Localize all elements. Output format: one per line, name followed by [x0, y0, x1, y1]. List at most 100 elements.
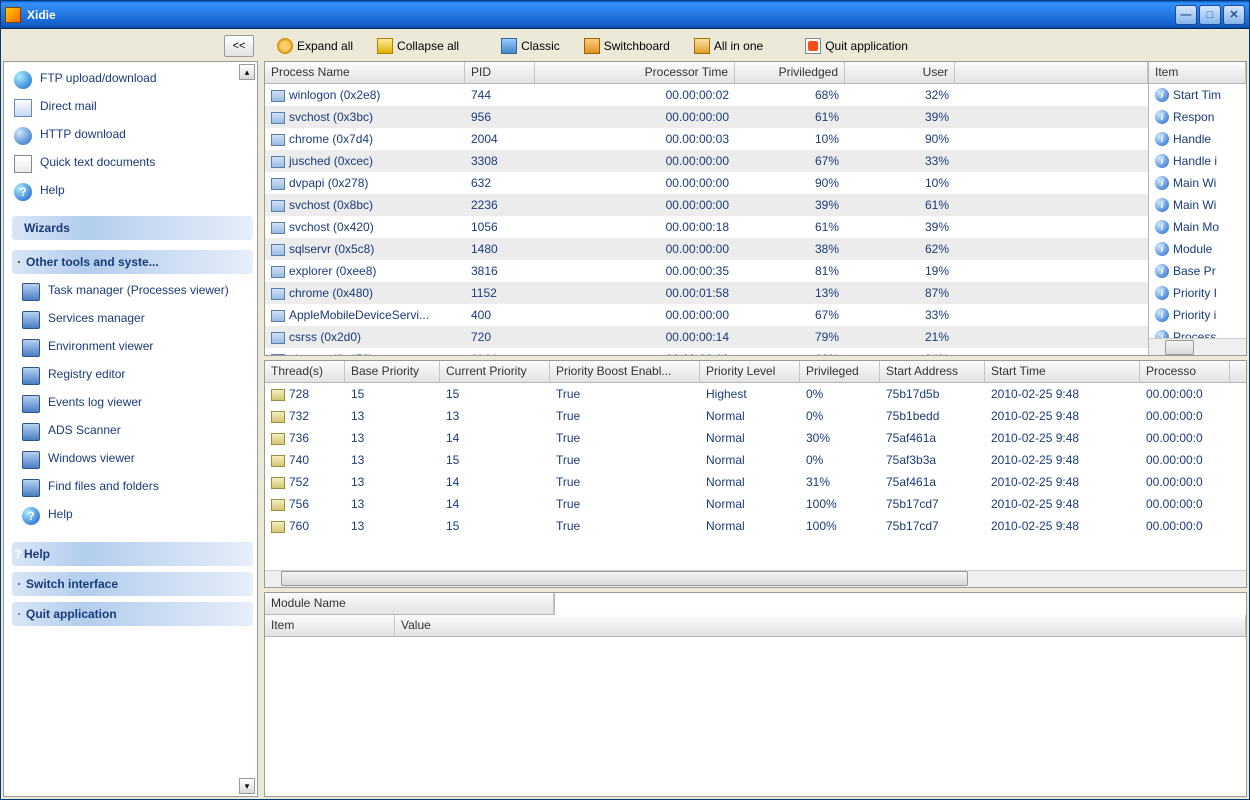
thread-rows[interactable]: 7281515TrueHighest0%75b17d5b2010-02-25 9…	[265, 383, 1246, 570]
maximize-button[interactable]: □	[1199, 5, 1221, 25]
all-in-one-button[interactable]: All in one	[685, 33, 772, 59]
process-row[interactable]: sqlservr (0x5c8)148000.00:00:0038%62%	[265, 238, 1148, 260]
sidebar-switch-button[interactable]: Switch interface	[12, 572, 253, 596]
sidebar-wizards-header[interactable]: Wizards	[12, 216, 253, 240]
process-icon	[271, 332, 285, 344]
col-pid[interactable]: PID	[465, 62, 535, 83]
thread-row[interactable]: 7601315TrueNormal100%75b17cd72010-02-25 …	[265, 515, 1246, 537]
col-start-time[interactable]: Start Time	[985, 361, 1140, 382]
thread-icon	[271, 521, 285, 533]
process-row[interactable]: winlogon (0x2e8)74400.00:00:0268%32%	[265, 84, 1148, 106]
pager-back-button[interactable]: <<	[224, 35, 254, 57]
item-row[interactable]: Main Wi	[1149, 194, 1246, 216]
process-row[interactable]: chrome (0x480)115200.00:01:5813%87%	[265, 282, 1148, 304]
switchboard-button[interactable]: Switchboard	[575, 33, 679, 59]
col-processor[interactable]: Processo	[1140, 361, 1230, 382]
item-hscroll[interactable]	[1149, 338, 1246, 355]
col-module-name[interactable]: Module Name	[265, 593, 554, 614]
col-module-item[interactable]: Item	[265, 615, 395, 636]
sidebar-item[interactable]: Services manager	[12, 306, 253, 334]
sidebar-item-label: Events log viewer	[48, 395, 142, 409]
sidebar-item[interactable]: Help	[12, 178, 253, 206]
item-row[interactable]: Priority i	[1149, 304, 1246, 326]
minimize-button[interactable]: —	[1175, 5, 1197, 25]
sidebar-item[interactable]: Environment viewer	[12, 334, 253, 362]
sidebar-item[interactable]: Find files and folders	[12, 474, 253, 502]
other-label: Other tools and syste...	[26, 255, 159, 269]
item-row[interactable]: Main Wi	[1149, 172, 1246, 194]
item-row[interactable]: Priority I	[1149, 282, 1246, 304]
col-priority-level[interactable]: Priority Level	[700, 361, 800, 382]
item-row[interactable]: Base Pr	[1149, 260, 1246, 282]
col-threads[interactable]: Thread(s)	[265, 361, 345, 382]
process-row[interactable]: csrss (0x2d0)72000.00:00:1479%21%	[265, 326, 1148, 348]
col-process-name[interactable]: Process Name	[265, 62, 465, 83]
item-row[interactable]: Handle i	[1149, 150, 1246, 172]
sidebar-scroll-up[interactable]: ▴	[239, 64, 255, 80]
sidebar-help-button[interactable]: Help	[12, 542, 253, 566]
process-row[interactable]: svchost (0x8bc)223600.00:00:0039%61%	[265, 194, 1148, 216]
info-icon	[1155, 110, 1169, 124]
col-module-value[interactable]: Value	[395, 615, 1246, 636]
process-row[interactable]: chrome (0x7d4)200400.00:00:0310%90%	[265, 128, 1148, 150]
item-row[interactable]: Handle	[1149, 128, 1246, 150]
item-row[interactable]: Start Tim	[1149, 84, 1246, 106]
sidebar-item[interactable]: Help	[12, 502, 253, 530]
app-icon	[5, 7, 21, 23]
col-base-priority[interactable]: Base Priority	[345, 361, 440, 382]
thread-icon	[271, 411, 285, 423]
collapse-label: Collapse all	[397, 39, 459, 53]
thread-row[interactable]: 7321313TrueNormal0%75b1bedd2010-02-25 9:…	[265, 405, 1246, 427]
sidebar-item[interactable]: HTTP download	[12, 122, 253, 150]
sidebar-item[interactable]: Registry editor	[12, 362, 253, 390]
col-start-address[interactable]: Start Address	[880, 361, 985, 382]
title-bar[interactable]: Xidie — □ ✕	[1, 1, 1249, 29]
process-row[interactable]: dvpapi (0x278)63200.00:00:0090%10%	[265, 172, 1148, 194]
sidebar-item[interactable]: Direct mail	[12, 94, 253, 122]
col-processor-time[interactable]: Processor Time	[535, 62, 735, 83]
item-rows[interactable]: Start TimResponHandleHandle iMain WiMain…	[1149, 84, 1246, 338]
process-row[interactable]: AppleMobileDeviceServi...40000.00:00:006…	[265, 304, 1148, 326]
process-row[interactable]: svchost (0x3bc)95600.00:00:0061%39%	[265, 106, 1148, 128]
thread-row[interactable]: 7401315TrueNormal0%75af3b3a2010-02-25 9:…	[265, 449, 1246, 471]
thread-row[interactable]: 7561314TrueNormal100%75b17cd72010-02-25 …	[265, 493, 1246, 515]
mail-icon	[14, 99, 32, 117]
col-privileged[interactable]: Priviledged	[735, 62, 845, 83]
thread-row[interactable]: 7361314TrueNormal30%75af461a2010-02-25 9…	[265, 427, 1246, 449]
col-current-priority[interactable]: Current Priority	[440, 361, 550, 382]
sidebar-scroll-down[interactable]: ▾	[239, 778, 255, 794]
col-user[interactable]: User	[845, 62, 955, 83]
footer-help: Help	[24, 547, 50, 561]
col-priority-boost[interactable]: Priority Boost Enabl...	[550, 361, 700, 382]
item-row[interactable]: Main Mo	[1149, 216, 1246, 238]
col-item[interactable]: Item	[1149, 62, 1246, 83]
footer-quit: Quit application	[26, 607, 117, 621]
close-button[interactable]: ✕	[1223, 5, 1245, 25]
process-row[interactable]: explorer (0xee8)381600.00:00:3581%19%	[265, 260, 1148, 282]
thread-row[interactable]: 7521314TrueNormal31%75af461a2010-02-25 9…	[265, 471, 1246, 493]
collapse-all-button[interactable]: Collapse all	[368, 33, 468, 59]
module-value-rows[interactable]	[265, 637, 1246, 796]
item-row[interactable]: Process	[1149, 326, 1246, 338]
process-row[interactable]: jusched (0xcec)330800.00:00:0067%33%	[265, 150, 1148, 172]
sidebar-item[interactable]: ADS Scanner	[12, 418, 253, 446]
sidebar-item[interactable]: Quick text documents	[12, 150, 253, 178]
thread-row[interactable]: 7281515TrueHighest0%75b17d5b2010-02-25 9…	[265, 383, 1246, 405]
sidebar-item[interactable]: FTP upload/download	[12, 66, 253, 94]
thread-hscroll[interactable]	[265, 570, 1246, 587]
sidebar-item[interactable]: Windows viewer	[12, 446, 253, 474]
col-thread-privileged[interactable]: Privileged	[800, 361, 880, 382]
process-row[interactable]: svchost (0x420)105600.00:00:1861%39%	[265, 216, 1148, 238]
item-row[interactable]: Module	[1149, 238, 1246, 260]
sidebar-item[interactable]: Events log viewer	[12, 390, 253, 418]
process-rows[interactable]: winlogon (0x2e8)74400.00:00:0268%32%svch…	[265, 84, 1148, 355]
sidebar-quit-button[interactable]: Quit application	[12, 602, 253, 626]
expand-all-button[interactable]: Expand all	[268, 33, 362, 59]
sidebar-item[interactable]: Task manager (Processes viewer)	[12, 278, 253, 306]
classic-button[interactable]: Classic	[492, 33, 569, 59]
quit-button[interactable]: Quit application	[796, 33, 917, 59]
sidebar-other-header[interactable]: Other tools and syste...	[12, 250, 253, 274]
process-row[interactable]: chrome (0x478)114400.00:00:1016%84%	[265, 348, 1148, 355]
monitor-icon	[22, 423, 40, 441]
item-row[interactable]: Respon	[1149, 106, 1246, 128]
